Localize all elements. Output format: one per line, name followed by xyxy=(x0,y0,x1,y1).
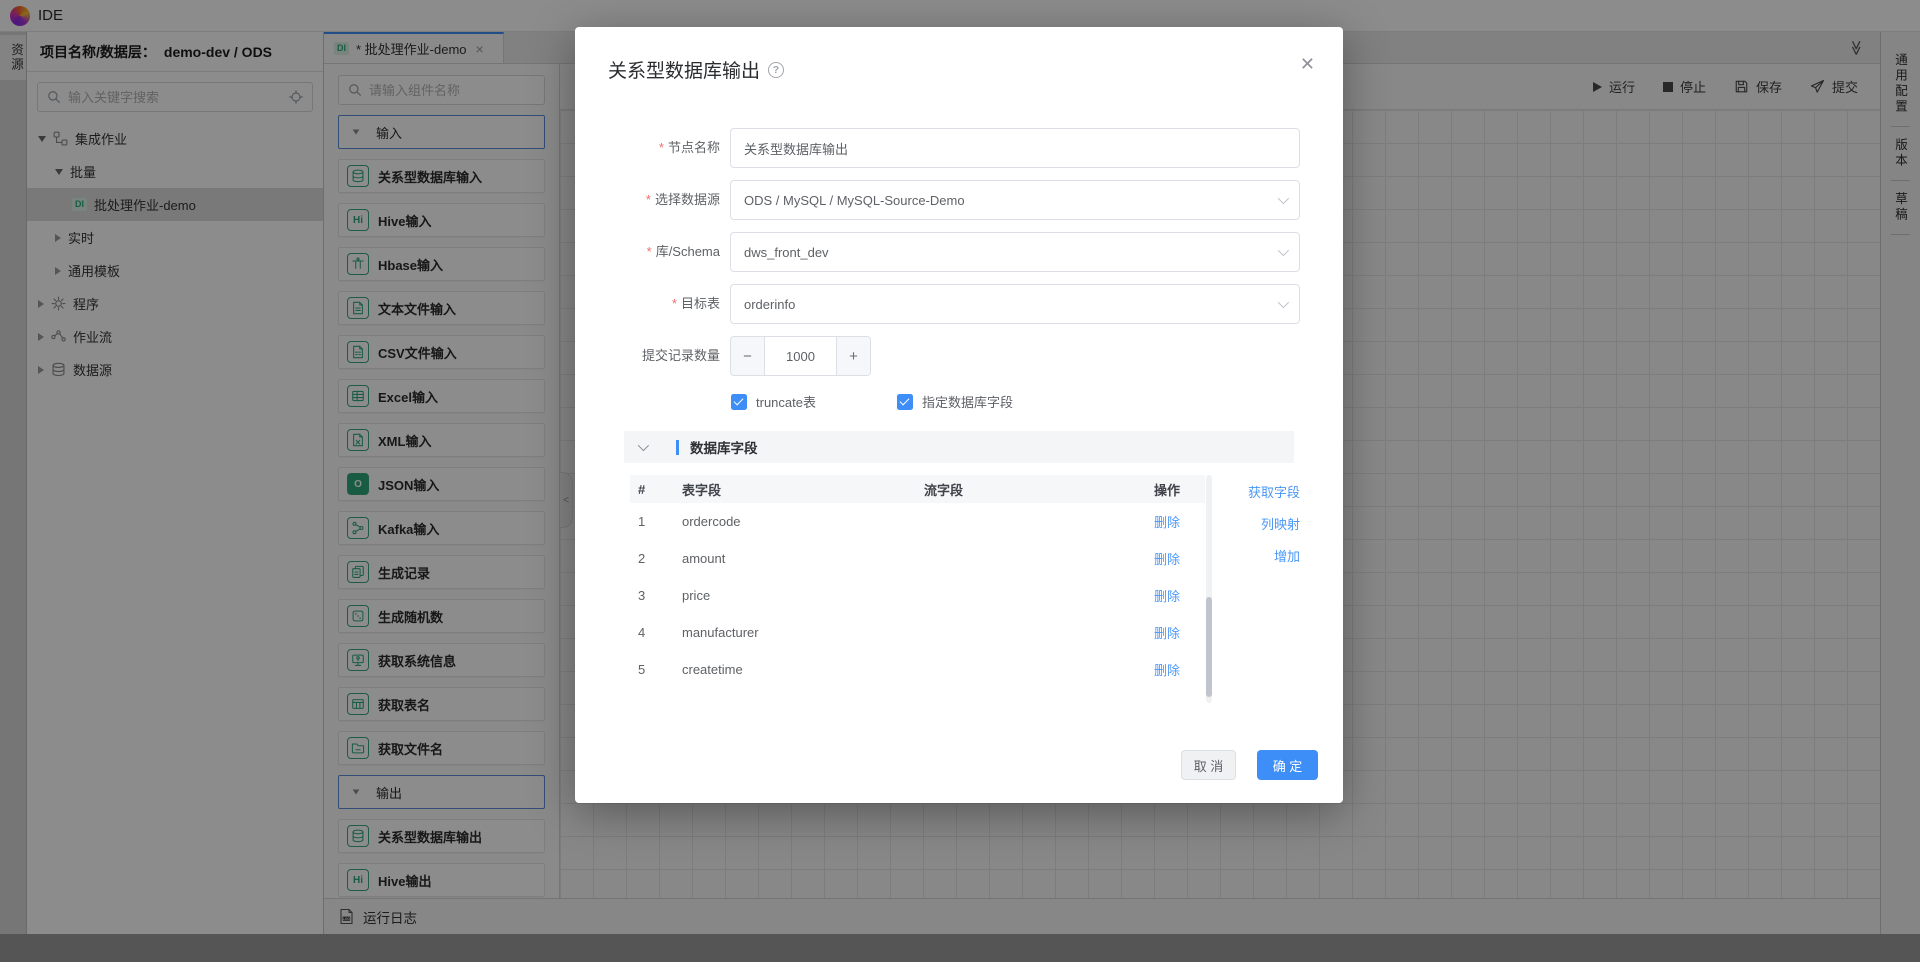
required-asterisk: * xyxy=(645,192,651,207)
get-fields-link[interactable]: 获取字段 xyxy=(1248,482,1300,501)
schema-select[interactable]: dws_front_dev xyxy=(730,232,1300,272)
chevron-down-icon xyxy=(1277,244,1290,257)
dialog-title: 关系型数据库输出 ? xyxy=(608,56,785,83)
commit-count-stepper: − 1000 + xyxy=(730,336,871,376)
action-cell: 删除 xyxy=(1146,623,1205,642)
table-field-cell: ordercode xyxy=(682,514,741,529)
close-icon[interactable]: ✕ xyxy=(1300,55,1315,73)
action-cell: 删除 xyxy=(1146,512,1205,531)
action-cell: 删除 xyxy=(1146,549,1205,568)
table-row: 5 createtime 删除 xyxy=(630,651,1205,688)
field-table-header: # 表字段 流字段 操作 xyxy=(630,475,1205,503)
row-index: 3 xyxy=(638,588,646,603)
add-row-link[interactable]: 增加 xyxy=(1274,546,1300,565)
row-index: 1 xyxy=(638,514,646,529)
chevron-down-icon xyxy=(1277,296,1290,309)
specify-fields-checkbox[interactable] xyxy=(897,393,913,410)
field-table-body: 1 ordercode 删除 2 amount 删除 3 price 删除 4 manufactur… xyxy=(630,503,1205,688)
node-name-input[interactable] xyxy=(730,128,1300,168)
help-icon[interactable]: ? xyxy=(768,61,785,78)
rdb-output-dialog: 关系型数据库输出 ? ✕ *节点名称 *选择数据源 ODS / MySQL / … xyxy=(575,27,1343,803)
delete-link[interactable]: 删除 xyxy=(1154,552,1180,567)
datasource-select[interactable]: ODS / MySQL / MySQL-Source-Demo xyxy=(730,180,1300,220)
column-mapping-link[interactable]: 列映射 xyxy=(1261,514,1300,533)
required-asterisk: * xyxy=(671,296,677,311)
table-field-cell: createtime xyxy=(682,662,743,677)
required-asterisk: * xyxy=(658,140,664,155)
truncate-checkbox-row: truncate表 xyxy=(731,392,816,411)
cancel-button[interactable]: 取 消 xyxy=(1181,750,1236,780)
chevron-down-icon xyxy=(1277,192,1290,205)
field-label: * 库/Schema xyxy=(646,244,720,259)
chevron-down-icon xyxy=(637,439,650,452)
table-side-actions: 获取字段 列映射 增加 xyxy=(1248,482,1300,565)
delete-link[interactable]: 删除 xyxy=(1154,589,1180,604)
field-table: # 表字段 流字段 操作 1 ordercode 删除 2 amount 删除 3 price… xyxy=(630,475,1205,688)
table-scrollbar[interactable] xyxy=(1206,475,1212,703)
row-index: 4 xyxy=(638,625,646,640)
table-row: 2 amount 删除 xyxy=(630,540,1205,577)
table-field-cell: manufacturer xyxy=(682,625,759,640)
commit-count-value[interactable]: 1000 xyxy=(764,337,837,375)
scrollbar-thumb[interactable] xyxy=(1206,597,1212,697)
required-asterisk: * xyxy=(646,244,652,259)
specify-fields-checkbox-row: 指定数据库字段 xyxy=(897,392,1013,411)
table-field-cell: amount xyxy=(682,551,726,566)
row-index: 5 xyxy=(638,662,646,677)
ide-screen: IDE 资源 项目名称/数据层： demo-dev / ODS 集成作业批量DI… xyxy=(0,0,1920,962)
truncate-checkbox[interactable] xyxy=(731,393,747,410)
table-row: 3 price 删除 xyxy=(630,577,1205,614)
field-label: * 选择数据源 xyxy=(645,192,720,207)
decrement-button[interactable]: − xyxy=(731,337,764,375)
field-label: * 节点名称 xyxy=(658,140,720,155)
action-cell: 删除 xyxy=(1146,586,1205,605)
table-row: 1 ordercode 删除 xyxy=(630,503,1205,540)
delete-link[interactable]: 删除 xyxy=(1154,515,1180,530)
table-row: 4 manufacturer 删除 xyxy=(630,614,1205,651)
delete-link[interactable]: 删除 xyxy=(1154,626,1180,641)
row-index: 2 xyxy=(638,551,646,566)
delete-link[interactable]: 删除 xyxy=(1154,663,1180,678)
table-field-cell: price xyxy=(682,588,711,603)
db-fields-section-header[interactable]: 数据库字段 xyxy=(624,431,1294,463)
action-cell: 删除 xyxy=(1146,660,1205,679)
field-label: * 目标表 xyxy=(671,296,720,311)
field-label: 提交记录数量 xyxy=(641,348,720,363)
section-marker xyxy=(676,439,679,455)
target-table-select[interactable]: orderinfo xyxy=(730,284,1300,324)
ok-button[interactable]: 确 定 xyxy=(1257,750,1318,780)
increment-button[interactable]: + xyxy=(837,337,870,375)
